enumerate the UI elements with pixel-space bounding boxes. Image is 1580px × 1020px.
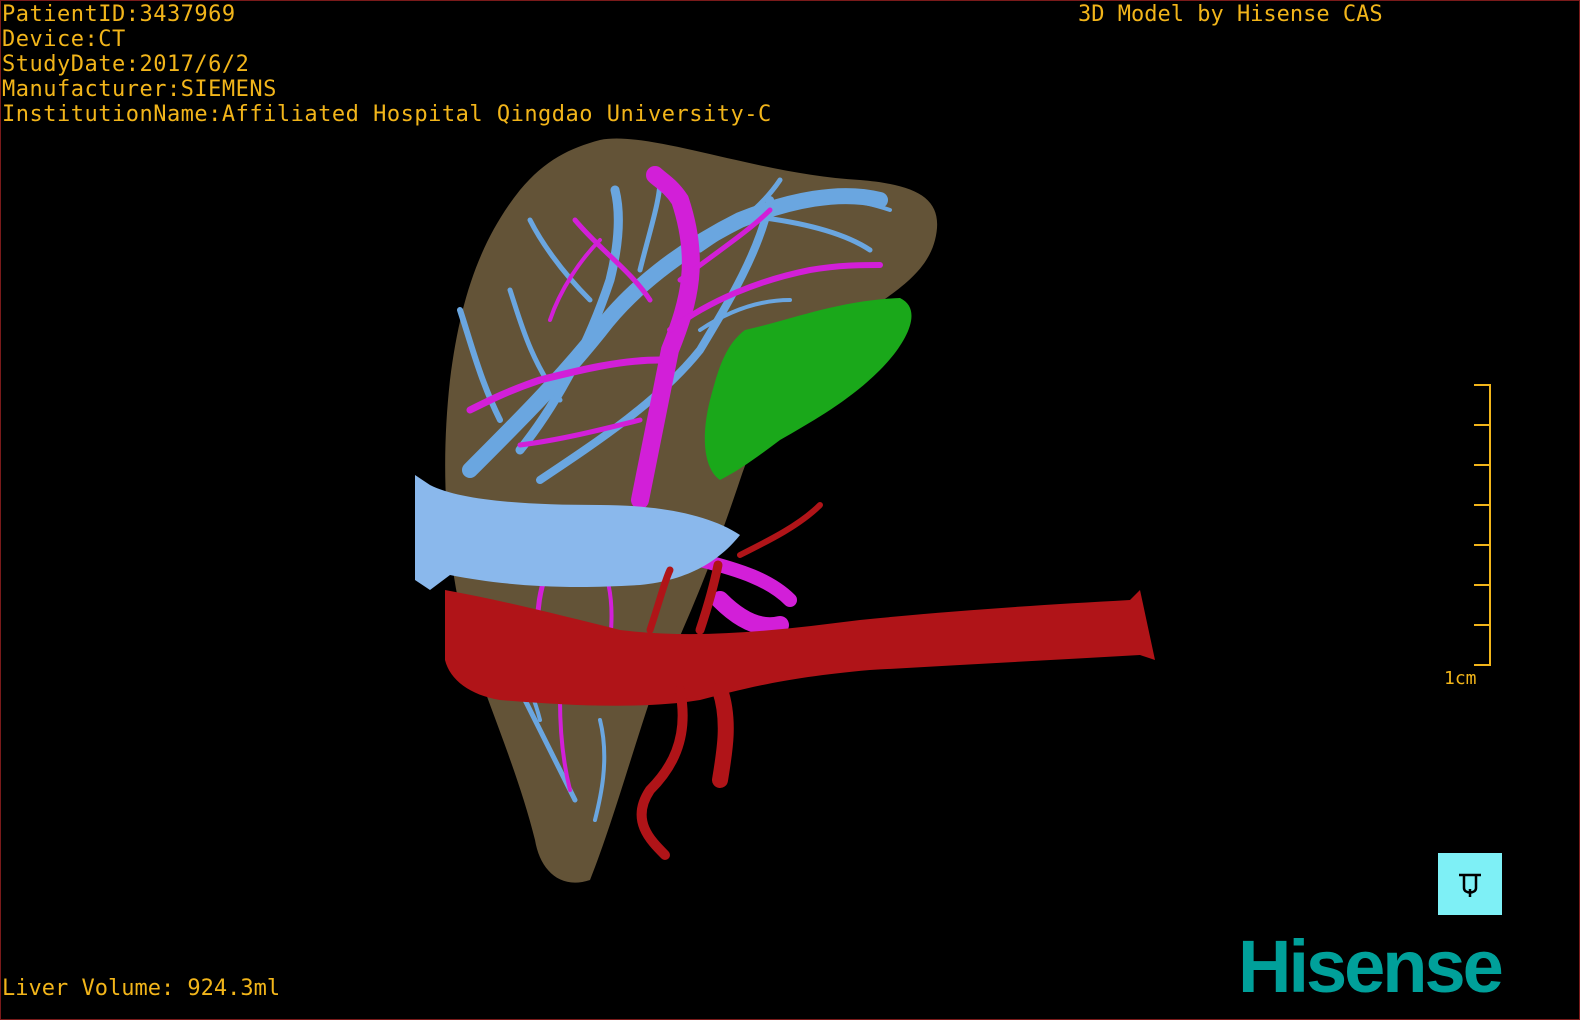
orientation-cube-button[interactable] <box>1438 853 1502 915</box>
study-date-text: StudyDate:2017/6/2 <box>2 52 250 77</box>
model-credit-text: 3D Model by Hisense CAS <box>1078 2 1383 27</box>
manufacturer-text: Manufacturer:SIEMENS <box>2 77 277 102</box>
hisense-logo: Hisense <box>1238 925 1504 1008</box>
scale-bar <box>1474 384 1491 666</box>
orientation-cube-icon <box>1459 873 1481 897</box>
institution-text: InstitutionName:Affiliated Hospital Qing… <box>2 102 772 127</box>
scale-bar-label: 1cm <box>1444 668 1477 689</box>
patient-info-overlay: PatientID:3437969 Device:CT StudyDate:20… <box>2 2 772 127</box>
device-text: Device:CT <box>2 27 126 52</box>
patient-id-text: PatientID:3437969 <box>2 2 236 27</box>
liver-volume-text: Liver Volume: 924.3ml <box>2 976 281 1001</box>
3d-model-viewport[interactable] <box>0 0 1580 1020</box>
